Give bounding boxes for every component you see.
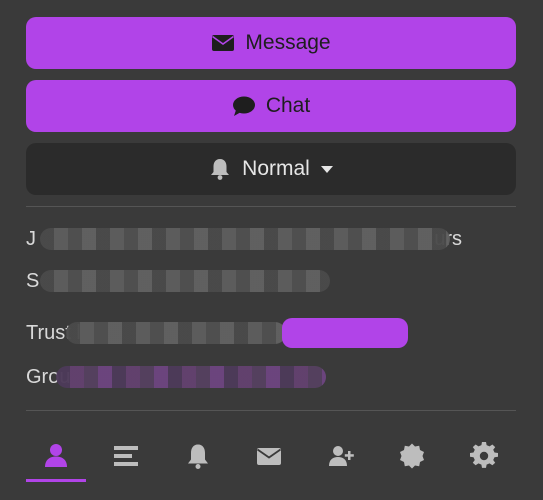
- envelope-icon: [211, 31, 235, 55]
- messages-tab[interactable]: [239, 430, 299, 482]
- groups-row: Grou: [26, 362, 496, 392]
- divider: [26, 206, 516, 207]
- profile-tab[interactable]: [26, 430, 86, 482]
- redaction-mask: [40, 270, 330, 292]
- notification-level-dropdown[interactable]: Normal: [26, 143, 516, 195]
- user-icon: [45, 443, 67, 467]
- follow-tab[interactable]: [311, 430, 371, 482]
- caret-down-icon: [320, 162, 334, 176]
- user-plus-icon: [329, 446, 354, 466]
- bell-icon: [188, 444, 208, 469]
- bell-icon: [208, 157, 232, 181]
- badge-icon: [400, 443, 424, 469]
- speech-bubble-icon: [232, 94, 256, 118]
- last-seen-label: S: [26, 270, 40, 292]
- last-seen-row: S: [26, 266, 496, 296]
- redaction-mask: [66, 322, 286, 344]
- trust-level-badge-redacted: [282, 318, 408, 348]
- chat-button-label: Chat: [265, 94, 311, 117]
- chat-button[interactable]: Chat: [26, 80, 516, 132]
- activity-tab[interactable]: [96, 430, 156, 482]
- notification-level-label: Normal: [242, 157, 310, 180]
- notifications-tab[interactable]: [168, 430, 228, 482]
- envelope-icon: [256, 448, 282, 465]
- gear-icon: [470, 442, 498, 468]
- redaction-mask: [56, 366, 326, 388]
- trust-level-row: Trust l: [26, 318, 496, 348]
- message-button-label: Message: [245, 31, 331, 54]
- profile-tab-bar: [26, 430, 516, 486]
- joined-row: J urs: [26, 224, 496, 254]
- joined-label: J: [26, 228, 36, 250]
- message-button[interactable]: Message: [26, 17, 516, 69]
- badges-tab[interactable]: [382, 430, 442, 482]
- list-icon: [114, 446, 138, 466]
- settings-tab[interactable]: [454, 430, 514, 482]
- redaction-mask: [40, 228, 450, 250]
- divider: [26, 410, 516, 411]
